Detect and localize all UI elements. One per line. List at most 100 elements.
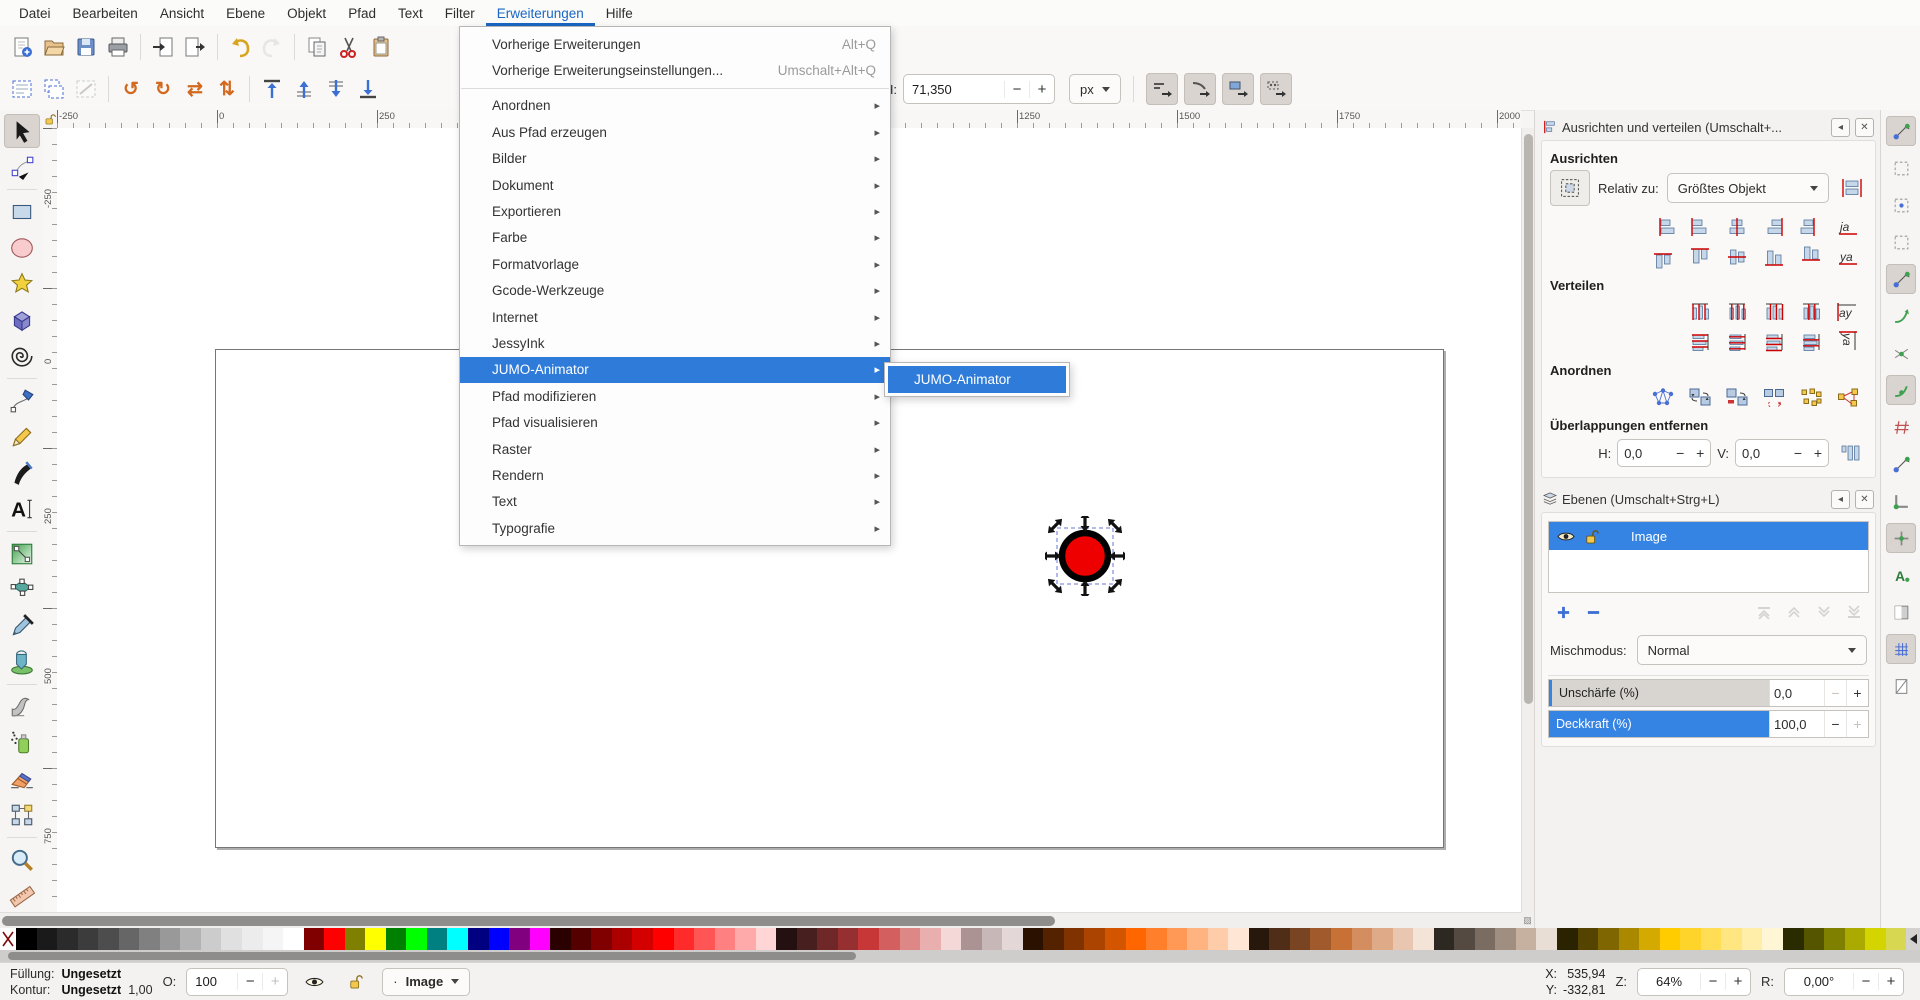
rotate-ccw-icon[interactable]: ↺: [115, 73, 147, 105]
layer-raise-button[interactable]: [1781, 601, 1807, 623]
save-document-icon[interactable]: [70, 31, 102, 63]
exchange-stacking-order-button[interactable]: [1722, 384, 1752, 410]
snap-grids-toggle[interactable]: [1886, 634, 1916, 664]
tool-tweak-button[interactable]: [4, 690, 40, 724]
palette-swatch[interactable]: [530, 928, 551, 950]
align-bottom-to-top-edge-button[interactable]: [1648, 244, 1678, 270]
import-icon[interactable]: [147, 31, 179, 63]
palette-swatch[interactable]: [1043, 928, 1064, 950]
vertical-scrollbar[interactable]: [1521, 128, 1535, 912]
object-opacity-value[interactable]: 100: [187, 974, 237, 989]
selected-red-circle[interactable]: [1045, 516, 1125, 596]
palette-swatch[interactable]: [694, 928, 715, 950]
distribute-left-edges-button[interactable]: [1685, 299, 1715, 325]
palette-swatch[interactable]: [1639, 928, 1660, 950]
object-opacity-spinbox[interactable]: 100 − +: [186, 968, 288, 996]
palette-swatch[interactable]: [242, 928, 263, 950]
tool-star-button[interactable]: [4, 267, 40, 301]
blur-slider[interactable]: Unschärfe (%): [1549, 680, 1769, 706]
opacity-value[interactable]: 100,0: [1769, 711, 1824, 737]
distribute-centers-vertically-button[interactable]: [1722, 329, 1752, 355]
palette-swatch[interactable]: [1701, 928, 1722, 950]
tool-spiral-button[interactable]: [4, 339, 40, 373]
snap-enabled-toggle[interactable]: [1886, 116, 1916, 146]
palette-swatch[interactable]: [16, 928, 37, 950]
snap-bbox-corners-toggle[interactable]: [1886, 227, 1916, 257]
palette-swatch[interactable]: [160, 928, 181, 950]
menu-hilfe[interactable]: Hilfe: [595, 0, 644, 26]
move-as-group-button[interactable]: [1837, 175, 1867, 201]
palette-swatch[interactable]: [550, 928, 571, 950]
palette-swatch[interactable]: [180, 928, 201, 950]
snap-nodes-toggle[interactable]: [1886, 264, 1916, 294]
palette-swatch[interactable]: [1824, 928, 1845, 950]
palette-swatch[interactable]: [1208, 928, 1229, 950]
palette-swatch[interactable]: [920, 928, 941, 950]
remove-layer-button[interactable]: [1580, 601, 1606, 623]
menu-item-formatvorlage[interactable]: Formatvorlage▸: [460, 251, 890, 277]
print-icon[interactable]: [102, 31, 134, 63]
palette-swatch[interactable]: [1290, 928, 1311, 950]
palette-swatch[interactable]: [468, 928, 489, 950]
palette-swatch[interactable]: [1126, 928, 1147, 950]
palette-swatch[interactable]: [221, 928, 242, 950]
tool-calligraphy-button[interactable]: [4, 456, 40, 490]
layer-lock-open-icon[interactable]: [1585, 529, 1599, 544]
palette-swatch[interactable]: [838, 928, 859, 950]
menu-ansicht[interactable]: Ansicht: [149, 0, 215, 26]
palette-swatch[interactable]: [776, 928, 797, 950]
tool-paint-bucket-button[interactable]: [4, 645, 40, 679]
snap-rotation-centers-toggle[interactable]: [1886, 523, 1916, 553]
palette-swatch[interactable]: [1742, 928, 1763, 950]
align-left-to-right-edge-button[interactable]: [1796, 214, 1826, 240]
tool-zoom-button[interactable]: [4, 843, 40, 877]
tool-pencil-button[interactable]: [4, 420, 40, 454]
blur-value[interactable]: 0,0: [1769, 680, 1824, 706]
raise-to-top-icon[interactable]: [256, 73, 288, 105]
blend-mode-dropdown[interactable]: Normal: [1637, 635, 1867, 665]
menu-objekt[interactable]: Objekt: [276, 0, 337, 26]
palette-swatch[interactable]: [1249, 928, 1270, 950]
opacity-plus-button[interactable]: +: [1846, 711, 1868, 737]
layer-lock-open-icon[interactable]: [340, 966, 372, 998]
horizontal-scrollbar[interactable]: [0, 912, 1521, 929]
rotate-cw-icon[interactable]: ↻: [147, 73, 179, 105]
tool-connector-button[interactable]: [4, 798, 40, 832]
vertical-ruler[interactable]: -250 0 250 500 750: [43, 128, 58, 912]
rotation-spinbox[interactable]: 0,00° − +: [1784, 968, 1904, 996]
palette-swatch[interactable]: [1167, 928, 1188, 950]
menu-ebene[interactable]: Ebene: [215, 0, 276, 26]
menu-datei[interactable]: Datei: [8, 0, 62, 26]
distribute-top-edges-button[interactable]: [1685, 329, 1715, 355]
palette-swatch[interactable]: [1352, 928, 1373, 950]
menu-item-jumo-animator[interactable]: JUMO-Animator▸: [460, 357, 890, 383]
overlap-h-value[interactable]: 0,0: [1618, 446, 1670, 461]
snap-page-border-toggle[interactable]: [1886, 597, 1916, 627]
distribute-equal-vertical-gaps-button[interactable]: [1796, 329, 1826, 355]
layers-list[interactable]: Image: [1548, 521, 1869, 593]
panel-close-button[interactable]: ✕: [1855, 490, 1874, 509]
zoom-minus[interactable]: −: [1700, 973, 1725, 990]
lower-icon[interactable]: [320, 73, 352, 105]
palette-swatch[interactable]: [1393, 928, 1414, 950]
raise-icon[interactable]: [288, 73, 320, 105]
palette-swatch[interactable]: [858, 928, 879, 950]
palette-swatch[interactable]: [1475, 928, 1496, 950]
palette-swatch[interactable]: [941, 928, 962, 950]
palette-swatch[interactable]: [304, 928, 325, 950]
palette-swatch[interactable]: [1536, 928, 1557, 950]
menu-item-internet[interactable]: Internet▸: [460, 304, 890, 330]
relative-to-dropdown[interactable]: Größtes Objekt: [1667, 173, 1829, 203]
palette-swatch[interactable]: [1146, 928, 1167, 950]
snap-path-intersections-toggle[interactable]: [1886, 338, 1916, 368]
palette-swatch[interactable]: [1783, 928, 1804, 950]
tool-mesh-button[interactable]: [4, 573, 40, 607]
new-document-icon[interactable]: [6, 31, 38, 63]
distribute-right-edges-button[interactable]: [1759, 299, 1789, 325]
palette-swatch[interactable]: [1557, 928, 1578, 950]
palette-swatch[interactable]: [1064, 928, 1085, 950]
menu-item-text[interactable]: Text▸: [460, 489, 890, 515]
menu-item-raster[interactable]: Raster▸: [460, 436, 890, 462]
palette-swatch[interactable]: [489, 928, 510, 950]
tool-spray-button[interactable]: [4, 726, 40, 760]
